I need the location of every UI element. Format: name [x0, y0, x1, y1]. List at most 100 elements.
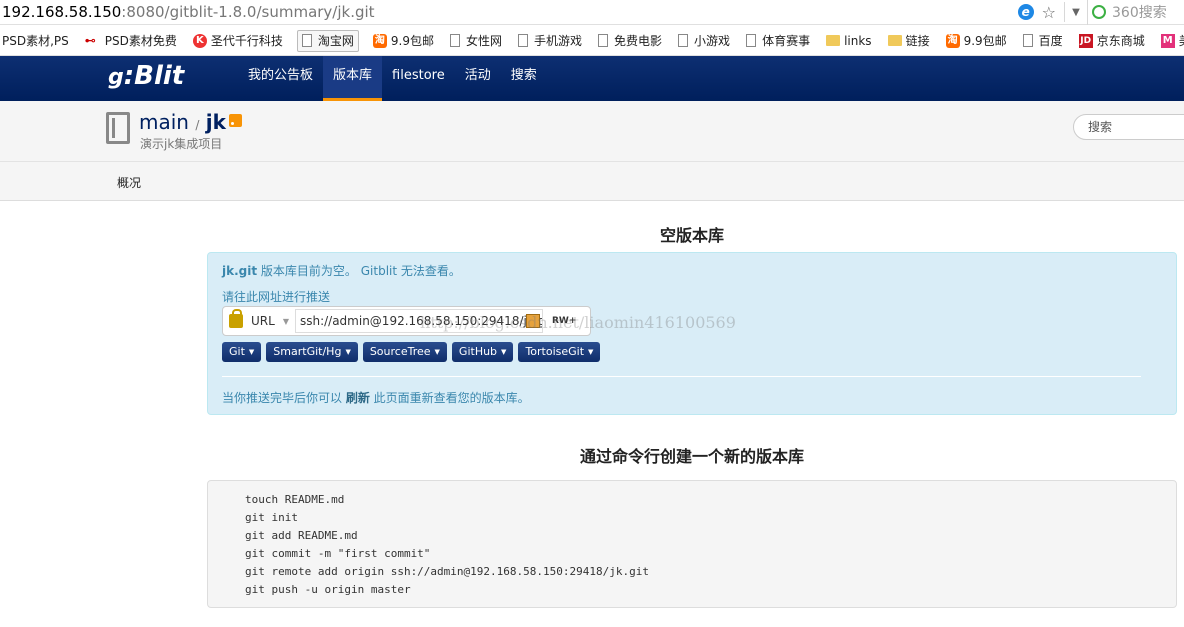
client-button[interactable]: TortoiseGit ▼: [518, 342, 601, 362]
search-360-placeholder: 360搜索: [1112, 5, 1167, 21]
push-prompt: 请往此网址进行推送: [222, 290, 331, 304]
address-input[interactable]: 192.168.58.150:8080/gitblit-1.8.0/summar…: [0, 3, 1018, 21]
bookmark-label: 美女图: [1179, 32, 1184, 49]
code-line: git remote add origin ssh://admin@192.16…: [245, 565, 649, 578]
bookmark-item[interactable]: M 美女图: [1159, 30, 1184, 52]
code-line: git add README.md: [245, 529, 358, 542]
bookmark-item[interactable]: 手机游戏: [516, 30, 584, 52]
bookmark-item[interactable]: 淘 9.9包邮: [371, 30, 436, 52]
bookmark-item[interactable]: links: [824, 30, 873, 52]
cli-heading: 通过命令行创建一个新的版本库: [579, 447, 804, 466]
bookmark-item[interactable]: 免费电影: [596, 30, 664, 52]
nav-item[interactable]: 搜索: [501, 56, 547, 101]
bookmark-item[interactable]: 淘 9.9包邮: [944, 30, 1009, 52]
folder-icon: [887, 35, 902, 46]
bookmark-item[interactable]: PSD素材,PS: [0, 30, 71, 52]
bookmark-label: 淘宝网: [317, 34, 354, 48]
nav-item[interactable]: 版本库: [323, 56, 383, 101]
bookmark-item[interactable]: K 圣代千行科技: [191, 30, 285, 52]
empty-message: jk.git 版本库目前为空。 Gitblit 无法查看。: [222, 264, 461, 278]
page-icon: [518, 34, 529, 47]
nav-menu: 我的公告板 版本库 filestore 活动 搜索: [238, 56, 547, 101]
bookmark-label: 免费电影: [614, 34, 663, 48]
bookmark-label: 链接: [905, 34, 930, 48]
repo-title: main / jk: [139, 110, 242, 134]
bookmark-item[interactable]: 女性网: [448, 30, 504, 52]
bookmark-item[interactable]: 百度: [1021, 30, 1065, 52]
bookmark-label: links: [844, 33, 872, 48]
client-button[interactable]: SourceTree ▼: [362, 342, 447, 362]
repo-description: 演示jk集成项目: [140, 137, 223, 151]
chevron-down-icon[interactable]: ▼: [1065, 7, 1087, 18]
lock-icon: [229, 309, 243, 328]
caret-down-icon: ▼: [434, 348, 440, 356]
code-line: git init: [245, 511, 298, 524]
bookmark-item[interactable]: JD 京东商城: [1077, 30, 1147, 52]
bookmark-item[interactable]: 小游戏: [676, 30, 732, 52]
rss-icon[interactable]: [228, 114, 242, 127]
bookmark-label: 手机游戏: [534, 34, 583, 48]
repo-link[interactable]: jk.git: [222, 264, 257, 278]
folder-icon: [826, 35, 841, 46]
refresh-message: 当你推送完毕后你可以 刷新 此页面重新查看您的版本库。: [222, 391, 530, 405]
bookmark-label: 体育赛事: [762, 34, 811, 48]
caret-down-icon: ▼: [501, 348, 507, 356]
search-360-icon: [1092, 5, 1106, 19]
nav-item[interactable]: 我的公告板: [238, 56, 323, 101]
browser-address-bar: 192.168.58.150:8080/gitblit-1.8.0/summar…: [0, 0, 1184, 25]
gitblit-navbar: g:Blit 我的公告板 版本库 filestore 活动 搜索: [0, 56, 1184, 101]
chevron-down-icon[interactable]: ▼: [283, 317, 289, 326]
project-link[interactable]: main: [139, 110, 189, 134]
url-host: 192.168.58.150: [2, 3, 122, 21]
bookmarks-bar: PSD素材,PS ⊷ PSD素材免费 K 圣代千行科技 淘宝网淘 9.9包邮 女性网 手机游戏免…: [0, 26, 1184, 56]
bookmark-label: 圣代千行科技: [210, 34, 283, 48]
k-icon: K: [192, 33, 207, 48]
bookmark-label: 百度: [1038, 34, 1063, 48]
bookmark-item[interactable]: 淘宝网: [296, 29, 359, 52]
bookmark-label: PSD素材免费: [104, 34, 177, 48]
url-type-select[interactable]: URL: [251, 314, 275, 328]
empty-repo-alert: jk.git 版本库目前为空。 Gitblit 无法查看。 请往此网址进行推送 …: [207, 252, 1177, 415]
caret-down-icon: ▼: [248, 348, 255, 356]
repo-search-input[interactable]: 搜索: [1073, 114, 1184, 140]
cli-code-block: touch README.md git init git add README.md…: [207, 480, 1177, 608]
code-line: git commit -m "first commit": [245, 547, 431, 560]
psd-icon: ⊷: [84, 33, 96, 47]
search-360-box[interactable]: 360搜索: [1087, 0, 1184, 25]
nav-item[interactable]: filestore: [382, 56, 455, 101]
refresh-link[interactable]: 刷新: [346, 391, 370, 405]
watermark: http://blog.csdn.net/liaomin416100569: [420, 313, 736, 332]
favorite-star-icon[interactable]: ☆: [1042, 3, 1056, 22]
repository-icon: [106, 112, 130, 144]
page-icon: [746, 34, 757, 47]
page-icon: [450, 34, 460, 47]
bookmark-item[interactable]: ⊷ PSD素材免费: [83, 30, 179, 52]
page-icon: [301, 34, 312, 47]
bookmark-item[interactable]: 链接: [886, 30, 932, 52]
repo-name-link[interactable]: jk: [206, 110, 226, 134]
page-icon: [1022, 34, 1033, 47]
client-buttons: Git ▼ SmartGit/Hg ▼ SourceTree ▼ GitHub ▼ Tortoi…: [222, 342, 605, 362]
gitblit-logo[interactable]: g:Blit: [108, 61, 184, 91]
empty-repo-heading: 空版本库: [659, 226, 724, 245]
bookmark-label: PSD素材,PS: [2, 34, 69, 48]
repo-subnav: 概况: [0, 161, 1184, 201]
page-icon: [678, 34, 689, 47]
page-icon: [598, 34, 609, 47]
bookmark-label: 9.9包邮: [390, 34, 434, 48]
client-button[interactable]: Git ▼: [222, 342, 262, 362]
nav-item[interactable]: 活动: [455, 56, 501, 101]
m-icon: M: [1160, 33, 1175, 48]
bookmark-label: 京东商城: [1096, 34, 1145, 48]
client-button[interactable]: GitHub ▼: [451, 342, 514, 362]
bookmark-label: 9.9包邮: [963, 34, 1007, 48]
subnav-summary[interactable]: 概况: [117, 174, 141, 191]
bookmark-item[interactable]: 体育赛事: [744, 30, 812, 52]
divider: [222, 376, 1141, 377]
ie-mode-icon[interactable]: e: [1017, 4, 1034, 20]
client-button[interactable]: SmartGit/Hg ▼: [266, 342, 358, 362]
code-line: git push -u origin master: [245, 583, 411, 596]
repo-header: main / jk 演示jk集成项目 搜索 概况: [0, 101, 1184, 201]
jd-icon: JD: [1078, 33, 1093, 48]
tao-icon: 淘: [372, 33, 387, 48]
